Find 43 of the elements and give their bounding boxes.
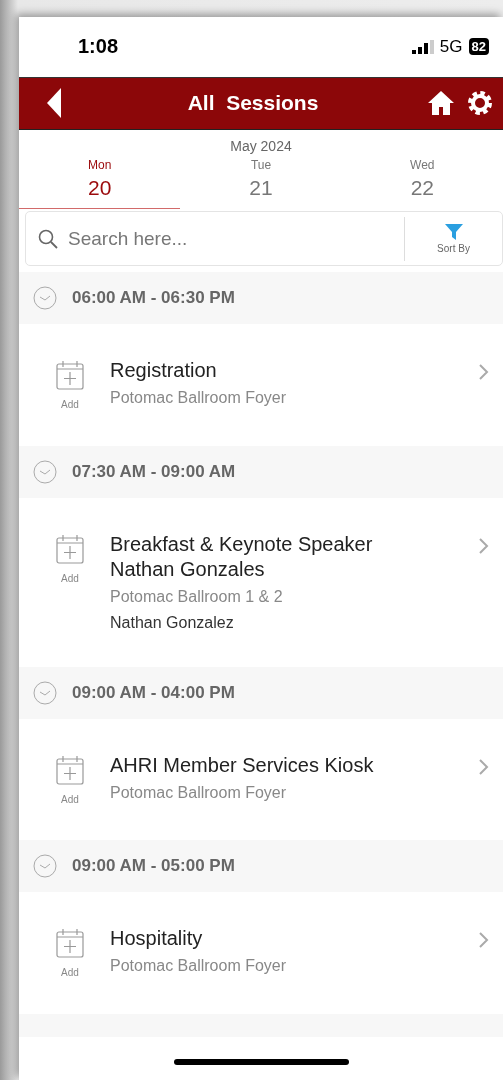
time-range: 09:00 AM - 05:00 PM [72,856,235,877]
session-title: AHRI Member Services Kiosk [110,752,375,778]
settings-icon[interactable] [467,90,493,117]
header-title: All Sessions [186,91,320,116]
home-icon[interactable] [427,90,455,117]
sort-button[interactable]: Sort By [404,216,502,261]
session-item[interactable]: Add Hospitality Potomac Ballroom Foyer [19,892,503,1015]
back-button[interactable] [47,88,61,119]
chevron-icon [479,363,489,380]
session-location: Potomac Ballroom Foyer [110,388,288,407]
session-item[interactable]: Add Breakfast & Keynote Speaker Nathan Gonzales Potomac Ballroom 1 & 2 Nathan Gonzalez [19,497,503,667]
session-location: Potomac Ballroom Foyer [110,783,288,802]
session-title: Registration [110,357,218,383]
time-range: 06:00 AM - 06:30 PM [72,287,235,308]
session-item[interactable]: Add Registration Potomac Ballroom Foyer [19,323,503,446]
clock-icon [33,285,57,310]
session-location: Potomac Ballroom 1 & 2 [110,587,284,606]
battery-level: 82 [468,38,489,56]
chevron-icon [479,537,489,554]
network-label: 5G [439,36,463,57]
signal-icon [411,39,434,54]
session-speaker: Nathan Gonzalez [110,613,235,632]
day-tab[interactable]: Tue 21 [180,154,342,210]
chevron-icon [479,932,489,949]
status-time: 1:08 [78,35,119,59]
time-range: 07:30 AM - 09:00 AM [72,461,236,482]
add-button[interactable]: Add [55,359,85,410]
day-tab[interactable]: Mon 20 [19,154,181,210]
chevron-icon [479,758,489,775]
search-icon [38,228,58,249]
add-button[interactable]: Add [55,754,85,805]
search-bar[interactable]: Search here... Sort By [25,211,503,266]
filter-icon [444,223,463,240]
session-location: Potomac Ballroom Foyer [110,957,288,976]
time-range: 09:00 AM - 04:00 PM [72,682,235,703]
session-title: Hospitality [110,926,204,952]
clock-icon [33,854,57,879]
day-tab[interactable]: Wed 22 [341,154,503,210]
clock-icon [33,680,57,705]
month-label: May 2024 [229,138,293,155]
clock-icon [33,459,57,484]
session-item[interactable]: Add AHRI Member Services Kiosk Potomac Ballroom Foyer [19,718,503,841]
session-title: Breakfast & Keynote Speaker Nathan Gonzales [110,531,374,582]
